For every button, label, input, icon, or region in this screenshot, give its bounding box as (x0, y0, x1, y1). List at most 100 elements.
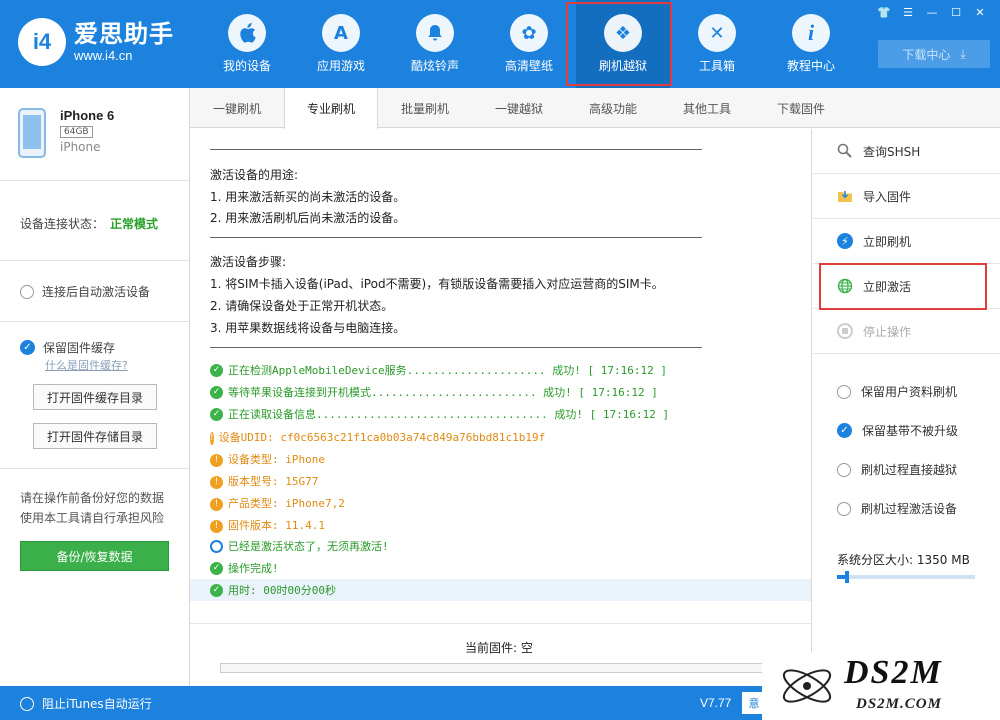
log-line: ✓ 正在检测AppleMobileDevice服务................… (210, 362, 667, 378)
flash-now-button[interactable]: ⚡ 立即刷机 (813, 219, 1000, 264)
flower-icon: ✿ (510, 14, 548, 52)
menu-icon[interactable]: ☰ (898, 4, 918, 20)
log-text: 等待苹果设备连接到开机模式......................... 成… (228, 386, 658, 399)
keep-user-data-option[interactable]: 保留用户资料刷机 (837, 383, 957, 400)
info-circle-icon (210, 539, 223, 553)
nav-flash-jailbreak[interactable]: ❖ 刷机越狱 (576, 0, 670, 88)
log-text: 用时: 00时00分00秒 (228, 584, 336, 597)
current-firmware-label: 当前固件: 空 (465, 641, 533, 655)
auto-activate-option[interactable]: 连接后自动激活设备 (20, 283, 150, 300)
maximize-icon[interactable]: ☐ (946, 4, 966, 20)
activate-during-flash-option[interactable]: 刷机过程激活设备 (837, 500, 957, 517)
watermark: DS2M DS2M.COM (762, 652, 1000, 720)
watermark-sub-text: DS2M.COM (856, 696, 942, 712)
system-partition-size: 系统分区大小: 1350 MB (837, 553, 970, 567)
sub-tabs: 一键刷机 专业刷机 批量刷机 一键越狱 高级功能 其他工具 下载固件 (190, 88, 1000, 129)
nav-apps-games[interactable]: A 应用游戏 (294, 0, 388, 88)
nav-my-device[interactable]: 我的设备 (200, 0, 294, 88)
actions-panel: 查询SHSH 导入固件 ⚡ 立即刷机 立即激活 停止操作 保留用户资料刷机 ✓ … (813, 129, 1000, 686)
apple-icon (228, 14, 266, 52)
nav-wallpapers[interactable]: ✿ 高清壁纸 (482, 0, 576, 88)
open-cache-dir-button[interactable]: 打开固件缓存目录 (33, 384, 157, 410)
query-shsh-button[interactable]: 查询SHSH (813, 129, 1000, 174)
check-icon: ✓ (210, 363, 223, 377)
purpose-item: 1. 用来激活新买的尚未激活的设备。 (210, 190, 406, 204)
check-icon: ✓ (210, 385, 223, 399)
partition-slider[interactable] (837, 571, 975, 583)
log-text: 设备类型: iPhone (228, 453, 325, 466)
log-text: 正在检测AppleMobileDevice服务.................… (228, 364, 667, 377)
checked-icon[interactable]: ✓ (20, 340, 35, 355)
bell-icon (416, 14, 454, 52)
log-line: ! 固件版本: 11.4.1 (210, 516, 370, 536)
app-header: i4 爱思助手 www.i4.cn 我的设备 A 应用游戏 酷炫铃声 ✿ 高清壁… (0, 0, 1000, 88)
nav-ringtones[interactable]: 酷炫铃声 (388, 0, 482, 88)
step-item: 1. 将SIM卡插入设备(iPad、iPod不需要)，有锁版设备需要插入对应运营… (210, 277, 664, 291)
divider (0, 321, 189, 322)
open-store-dir-button[interactable]: 打开固件存储目录 (33, 423, 157, 449)
divider (0, 180, 189, 181)
import-firmware-button[interactable]: 导入固件 (813, 174, 1000, 219)
radio-icon[interactable] (837, 501, 851, 516)
check-icon: ✓ (210, 407, 223, 421)
download-center-button[interactable]: 下载中心 ⤓ (878, 40, 990, 68)
app-logo: i4 爱思助手 www.i4.cn (18, 18, 174, 66)
connection-status: 设备连接状态： 正常模式 (20, 217, 159, 231)
dropbox-icon: ❖ (604, 14, 642, 52)
nav-toolbox[interactable]: ✕ 工具箱 (670, 0, 764, 88)
keep-cache-option[interactable]: ✓ 保留固件缓存 (20, 339, 115, 356)
logo-url: www.i4.cn (74, 48, 133, 63)
atom-logo-icon (782, 669, 832, 703)
log-line: 已经是激活状态了，无须再激活! (210, 538, 389, 554)
app-store-icon: A (322, 14, 360, 52)
warning-icon: ! (210, 497, 223, 511)
block-itunes-option[interactable]: 阻止iTunes自动运行 (20, 695, 152, 712)
magnifier-icon (837, 143, 853, 159)
radio-icon[interactable] (20, 696, 34, 711)
tab-other-tools[interactable]: 其他工具 (660, 88, 754, 128)
keep-baseband-option[interactable]: ✓ 保留基带不被升级 (837, 422, 958, 439)
what-is-cache-link[interactable]: 什么是固件缓存? (45, 357, 128, 373)
check-icon: ✓ (210, 561, 223, 575)
divider (210, 347, 702, 348)
log-text: 设备UDID: cf0c6563c21f1ca0b03a74c849a76bbd… (218, 431, 546, 444)
radio-icon[interactable] (20, 284, 34, 299)
tools-icon: ✕ (698, 14, 736, 52)
jailbreak-during-flash-option[interactable]: 刷机过程直接越狱 (837, 461, 957, 478)
radio-icon[interactable] (837, 462, 851, 477)
info-icon: i (792, 14, 830, 52)
backup-restore-button[interactable]: 备份/恢复数据 (20, 541, 169, 571)
warning-icon: ! (210, 453, 223, 467)
tab-download-firmware[interactable]: 下载固件 (754, 88, 848, 128)
divider (210, 149, 702, 150)
slider-thumb[interactable] (845, 571, 850, 583)
version-label: V7.77 (700, 696, 732, 710)
skin-icon[interactable]: 👕 (874, 4, 894, 20)
logo-badge-icon: i4 (18, 18, 66, 66)
stop-icon (837, 323, 853, 339)
activate-now-button[interactable]: 立即激活 (813, 264, 1000, 309)
tab-batch-flash[interactable]: 批量刷机 (378, 88, 472, 128)
check-icon: ✓ (210, 583, 223, 597)
logo-name: 爱思助手 (74, 20, 174, 48)
tab-advanced[interactable]: 高级功能 (566, 88, 660, 128)
globe-icon (837, 278, 853, 294)
tab-pro-flash[interactable]: 专业刷机 (284, 88, 378, 129)
log-line: ✓ 正在读取设备信息...............................… (210, 406, 669, 422)
nav-tutorials[interactable]: i 教程中心 (764, 0, 858, 88)
close-icon[interactable]: ✕ (970, 4, 990, 20)
tab-one-click-flash[interactable]: 一键刷机 (190, 88, 284, 128)
stop-operation-button[interactable]: 停止操作 (813, 309, 1000, 354)
lightning-icon: ⚡ (837, 233, 853, 249)
radio-icon[interactable] (837, 384, 851, 399)
log-text: 版本型号: 15G77 (228, 475, 319, 488)
divider (210, 237, 702, 238)
log-panel: 激活设备的用途: 1. 用来激活新买的尚未激活的设备。 2. 用来激活刷机后尚未… (190, 129, 812, 623)
log-text: 产品类型: iPhone7,2 (228, 497, 345, 510)
checked-icon[interactable]: ✓ (837, 423, 852, 438)
device-name: iPhone 6 (60, 108, 115, 123)
minimize-icon[interactable]: — (922, 4, 942, 20)
device-capacity-badge: 64GB (60, 126, 93, 138)
log-line: ✓ 操作完成! (210, 560, 279, 576)
tab-one-click-jailbreak[interactable]: 一键越狱 (472, 88, 566, 128)
